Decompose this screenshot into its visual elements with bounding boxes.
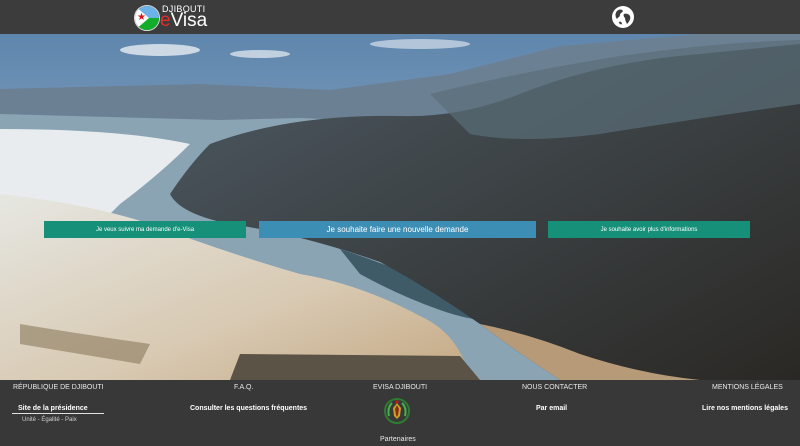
- hero-landscape-image: [0, 34, 800, 380]
- globe-icon[interactable]: [611, 5, 635, 29]
- coat-of-arms-icon: [384, 398, 410, 424]
- more-information-button[interactable]: Je souhaite avoir plus d'informations: [548, 221, 750, 238]
- national-motto: Unité - Égalité - Paix: [22, 417, 77, 423]
- logo-evisa-text: eVisa: [160, 10, 207, 32]
- footer-heading-legal: MENTIONS LÉGALES: [712, 384, 783, 391]
- evisa-logo[interactable]: ★ DJIBOUTI eVisa: [134, 4, 207, 32]
- footer-heading-faq: F.A.Q.: [234, 384, 254, 391]
- contact-email-link[interactable]: Par email: [536, 405, 567, 412]
- partners-label: Partenaires: [380, 436, 416, 443]
- footer-heading-evisa: EVISA DJIBOUTI: [373, 384, 428, 391]
- footer-heading-republic: RÉPUBLIQUE DE DJIBOUTI: [13, 384, 104, 391]
- djibouti-flag-icon: ★: [134, 5, 160, 31]
- presidency-site-link[interactable]: Site de la présidence: [18, 405, 88, 412]
- legal-notice-link[interactable]: Lire nos mentions légales: [702, 405, 788, 412]
- top-bar: ★ DJIBOUTI eVisa: [0, 0, 800, 34]
- logo-visa-word: Visa: [170, 10, 208, 31]
- logo-e-letter: e: [160, 10, 171, 31]
- follow-application-button[interactable]: Je veux suivre ma demande d'e-Visa: [44, 221, 246, 238]
- footer-divider: [12, 413, 104, 414]
- new-application-button[interactable]: Je souhaite faire une nouvelle demande: [259, 221, 536, 238]
- faq-link[interactable]: Consulter les questions fréquentes: [190, 405, 307, 412]
- footer-heading-contact: NOUS CONTACTER: [522, 384, 588, 391]
